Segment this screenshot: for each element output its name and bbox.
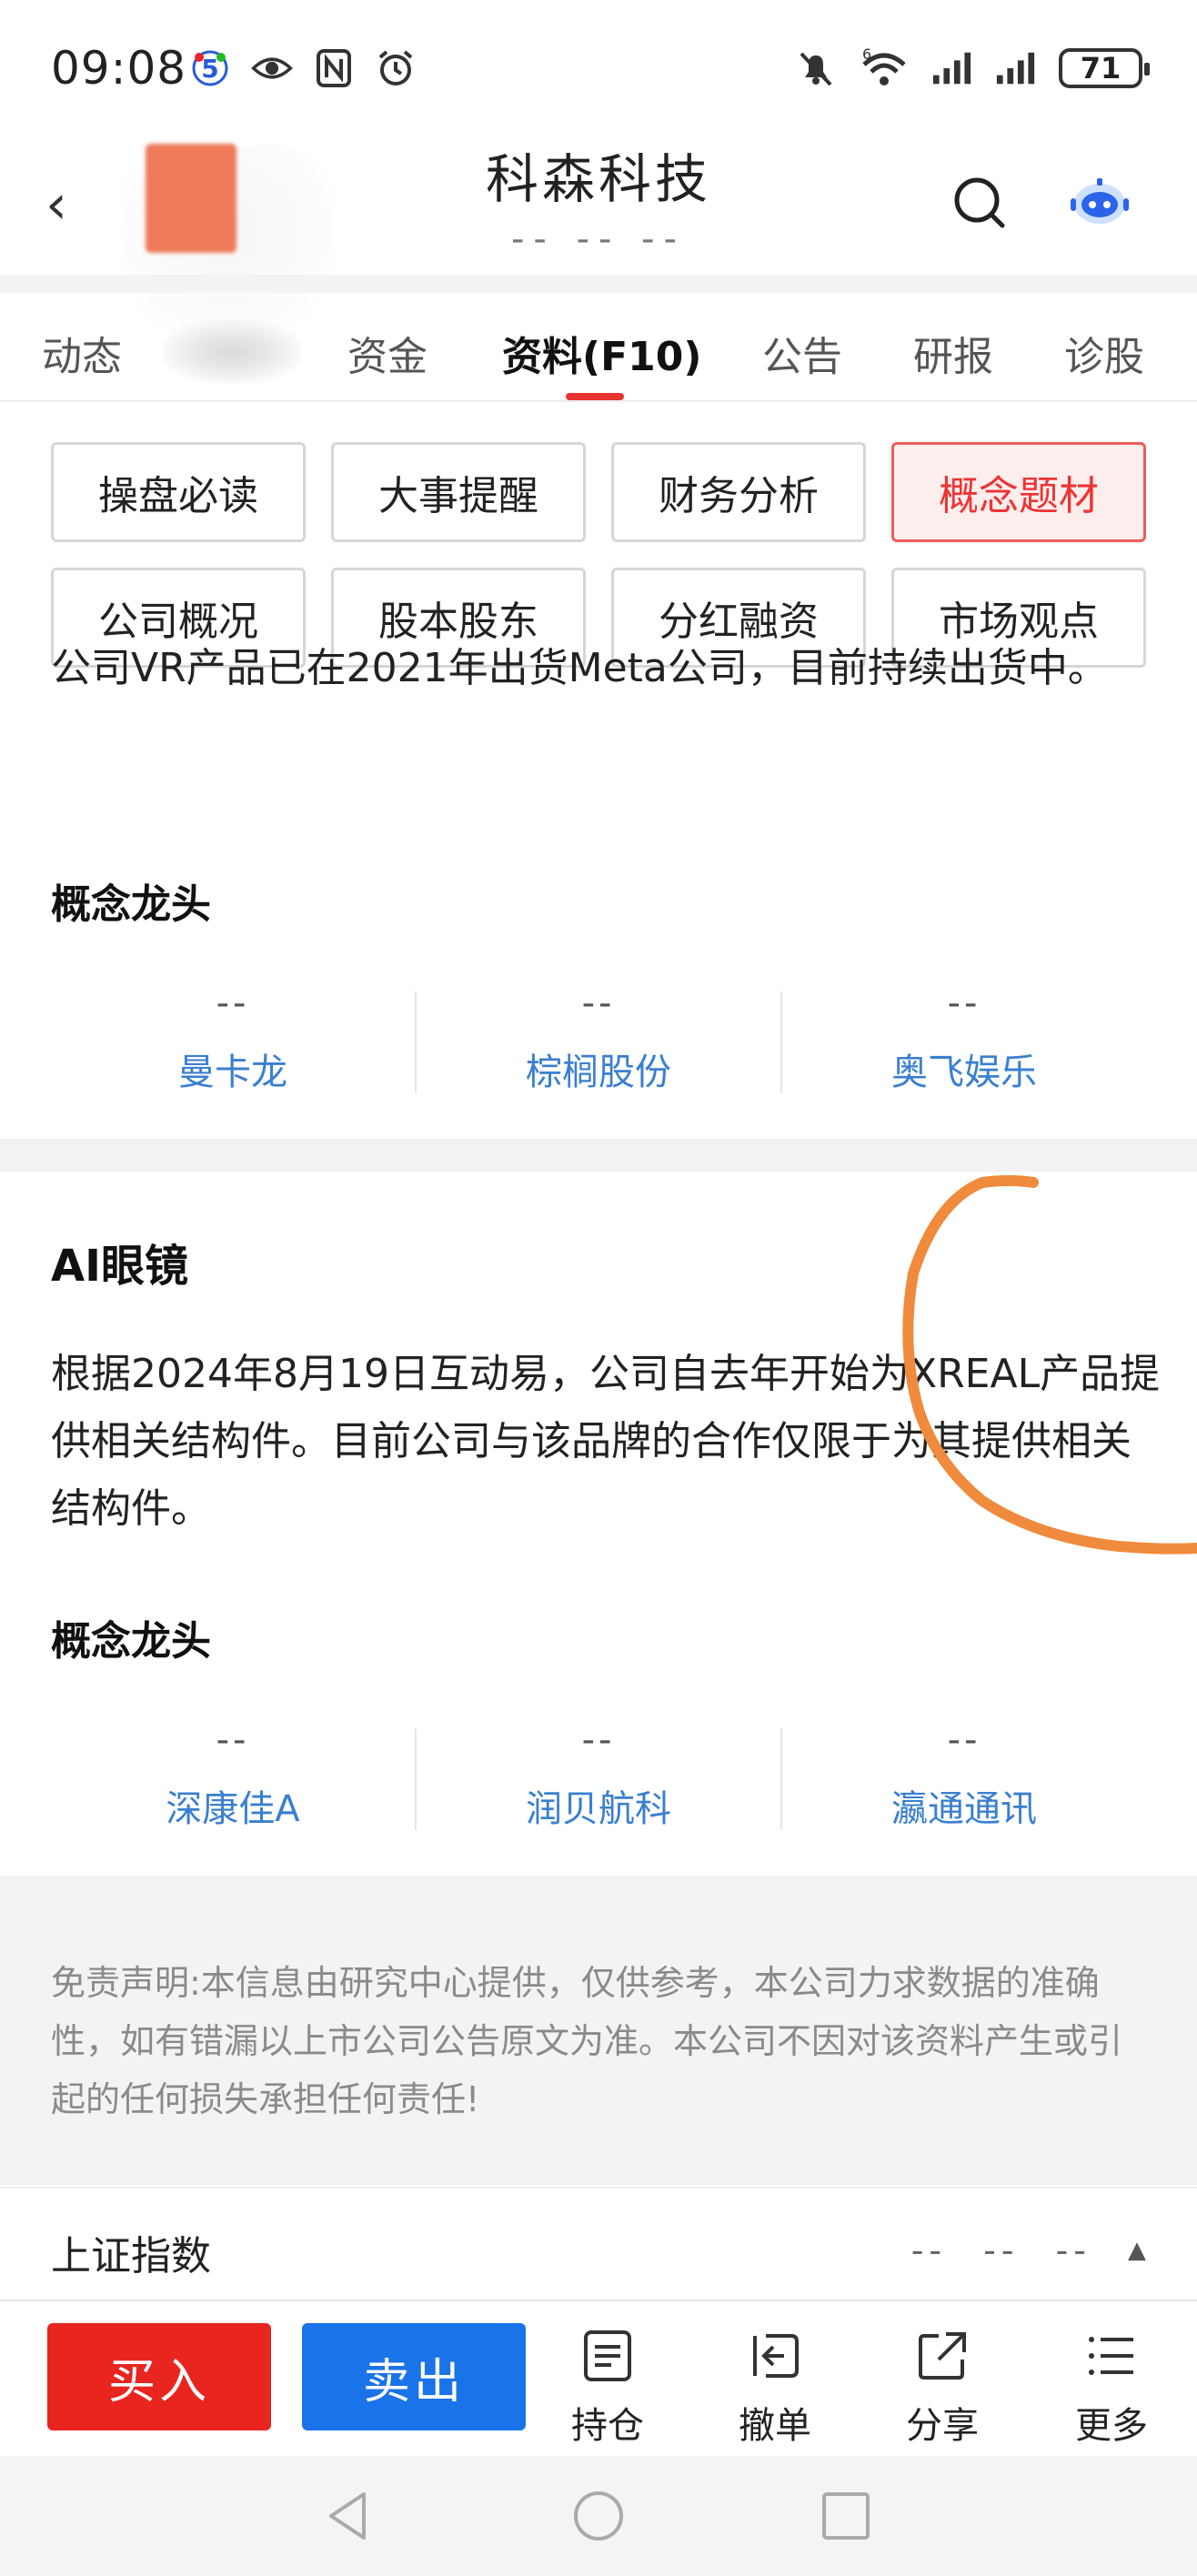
leader-item[interactable]: -- 奥飞娱乐	[782, 982, 1146, 1095]
leader-item[interactable]: -- 润贝航科	[417, 1719, 780, 1832]
ai-glasses-title: AI眼镜	[51, 1241, 189, 1292]
leader-name[interactable]: 深康佳A	[51, 1779, 415, 1832]
mute-icon	[795, 47, 837, 89]
holdings-button[interactable]: 持仓	[553, 2329, 662, 2449]
nav-recents-icon[interactable]	[819, 2489, 873, 2543]
tab-research[interactable]: 研报	[913, 324, 993, 382]
status-icons-left: 5	[189, 47, 417, 89]
leader-item[interactable]: -- 棕榈股份	[417, 982, 780, 1095]
leader-item[interactable]: -- 曼卡龙	[51, 982, 415, 1095]
index-change-percent: --	[1055, 2230, 1091, 2270]
more-label: 更多	[1075, 2405, 1148, 2447]
holdings-label: 持仓	[571, 2405, 644, 2447]
vr-leaders-title: 概念龙头	[51, 881, 211, 928]
tab-blurred[interactable]	[164, 320, 300, 384]
sub-btn-trading-must-read[interactable]: 操盘必读	[51, 442, 306, 542]
stock-price-placeholder: -- -- --	[510, 218, 687, 260]
section-gap	[0, 1139, 1197, 1172]
share-button[interactable]: 分享	[888, 2329, 997, 2449]
ai-leaders-row: -- 深康佳A -- 润贝航科 -- 瀛通通讯	[0, 1719, 1197, 1837]
cancel-order-button[interactable]: 撤单	[720, 2329, 830, 2449]
leader-value: --	[947, 1719, 981, 1761]
expand-up-icon[interactable]: ▲	[1128, 2237, 1146, 2264]
status-icons-right: 6 71	[795, 47, 1150, 89]
tab-diagnosis[interactable]: 诊股	[1064, 324, 1144, 382]
tab-f10-profile[interactable]: 资料(F10)	[502, 324, 702, 382]
ai-glasses-body: 根据2024年8月19日互动易，公司自去年开始为XREAL产品提供相关结构件。目…	[51, 1351, 1161, 1532]
nav-home-icon[interactable]	[571, 2489, 626, 2543]
holdings-icon	[580, 2329, 635, 2383]
vr-section-clipped-text: 公司VR产品已在2021年出货Meta公司，目前持续出货中。	[51, 646, 1152, 773]
trade-action-bar: 买入 卖出 持仓 撤单 分享 更多	[0, 2299, 1197, 2456]
stock-header: ‹ 科森科技 -- -- --	[0, 136, 1197, 337]
active-tab-indicator	[566, 393, 624, 400]
cancel-order-label: 撤单	[739, 2405, 811, 2447]
vr-leaders-row: -- 曼卡龙 -- 棕榈股份 -- 奥飞娱乐	[0, 982, 1197, 1101]
vr-section-text: 公司VR产品已在2021年出货Meta公司，目前持续出货中。	[51, 646, 1108, 691]
ai-leaders-title: 概念龙头	[51, 1618, 211, 1665]
header-divider	[0, 275, 1197, 293]
leader-name[interactable]: 瀛通通讯	[782, 1779, 1146, 1832]
leader-name[interactable]: 棕榈股份	[417, 1042, 780, 1095]
leader-name[interactable]: 奥飞娱乐	[782, 1042, 1146, 1095]
wifi-sup-label: 6	[862, 48, 871, 63]
stock-title: 科森科技	[485, 148, 711, 210]
leader-item[interactable]: -- 深康佳A	[51, 1719, 415, 1832]
buy-button[interactable]: 买入	[47, 2323, 271, 2430]
leader-name[interactable]: 润贝航科	[417, 1779, 780, 1832]
sell-button[interactable]: 卖出	[302, 2323, 526, 2430]
leader-value: --	[581, 982, 616, 1024]
disclaimer-panel: 免责声明:本信息由研究中心提供，仅供参考，本公司力求数据的准确性，如有错漏以上市…	[0, 1876, 1197, 2185]
tab-dynamics[interactable]: 动态	[42, 324, 122, 382]
more-button[interactable]: 更多	[1057, 2329, 1166, 2449]
leader-value: --	[216, 982, 250, 1024]
eye-icon	[251, 47, 293, 89]
cancel-order-icon	[748, 2329, 802, 2383]
search-icon[interactable]	[951, 175, 1008, 231]
svg-text:5: 5	[201, 54, 218, 84]
index-change: --	[983, 2230, 1020, 2270]
index-price: --	[910, 2230, 948, 2270]
leader-value: --	[216, 1719, 250, 1761]
signal-icon-2	[995, 47, 1037, 89]
ai-assistant-robot-icon[interactable]	[1070, 175, 1130, 229]
tab-funds[interactable]: 资金	[347, 324, 428, 382]
nfc-icon	[313, 47, 355, 89]
wifi-icon: 6	[859, 47, 910, 89]
disclaimer-text: 免责声明:本信息由研究中心提供，仅供参考，本公司力求数据的准确性，如有错漏以上市…	[51, 1963, 1123, 2119]
index-values: -- -- -- ▲	[911, 2230, 1146, 2270]
system-nav-bar	[0, 2456, 1197, 2576]
sub-btn-financial-analysis[interactable]: 财务分析	[611, 442, 866, 542]
tab-announcements[interactable]: 公告	[762, 324, 842, 382]
leader-value: --	[581, 1719, 616, 1761]
signal-icon-1	[931, 47, 973, 89]
index-name: 上证指数	[51, 2233, 211, 2279]
more-icon	[1084, 2329, 1139, 2383]
battery-indicator: 71	[1059, 48, 1150, 88]
sub-btn-events[interactable]: 大事提醒	[331, 442, 586, 542]
status-time: 09:08	[51, 42, 187, 95]
alarm-icon	[375, 47, 417, 89]
leader-value: --	[947, 982, 981, 1024]
index-ticker-bar[interactable]: 上证指数 -- -- -- ▲	[0, 2187, 1197, 2299]
share-icon	[915, 2329, 970, 2383]
tab-bar: 动态 资金 资料(F10) 公告 研报 诊股	[0, 293, 1197, 402]
leader-item[interactable]: -- 瀛通通讯	[782, 1719, 1146, 1832]
share-label: 分享	[906, 2405, 979, 2447]
status-bar: 09:08 5 6 71	[0, 0, 1197, 136]
leader-name[interactable]: 曼卡龙	[51, 1042, 415, 1095]
app-notification-icon: 5	[189, 47, 231, 89]
nav-back-icon[interactable]	[322, 2489, 377, 2543]
sub-btn-concepts[interactable]: 概念题材	[891, 442, 1146, 542]
